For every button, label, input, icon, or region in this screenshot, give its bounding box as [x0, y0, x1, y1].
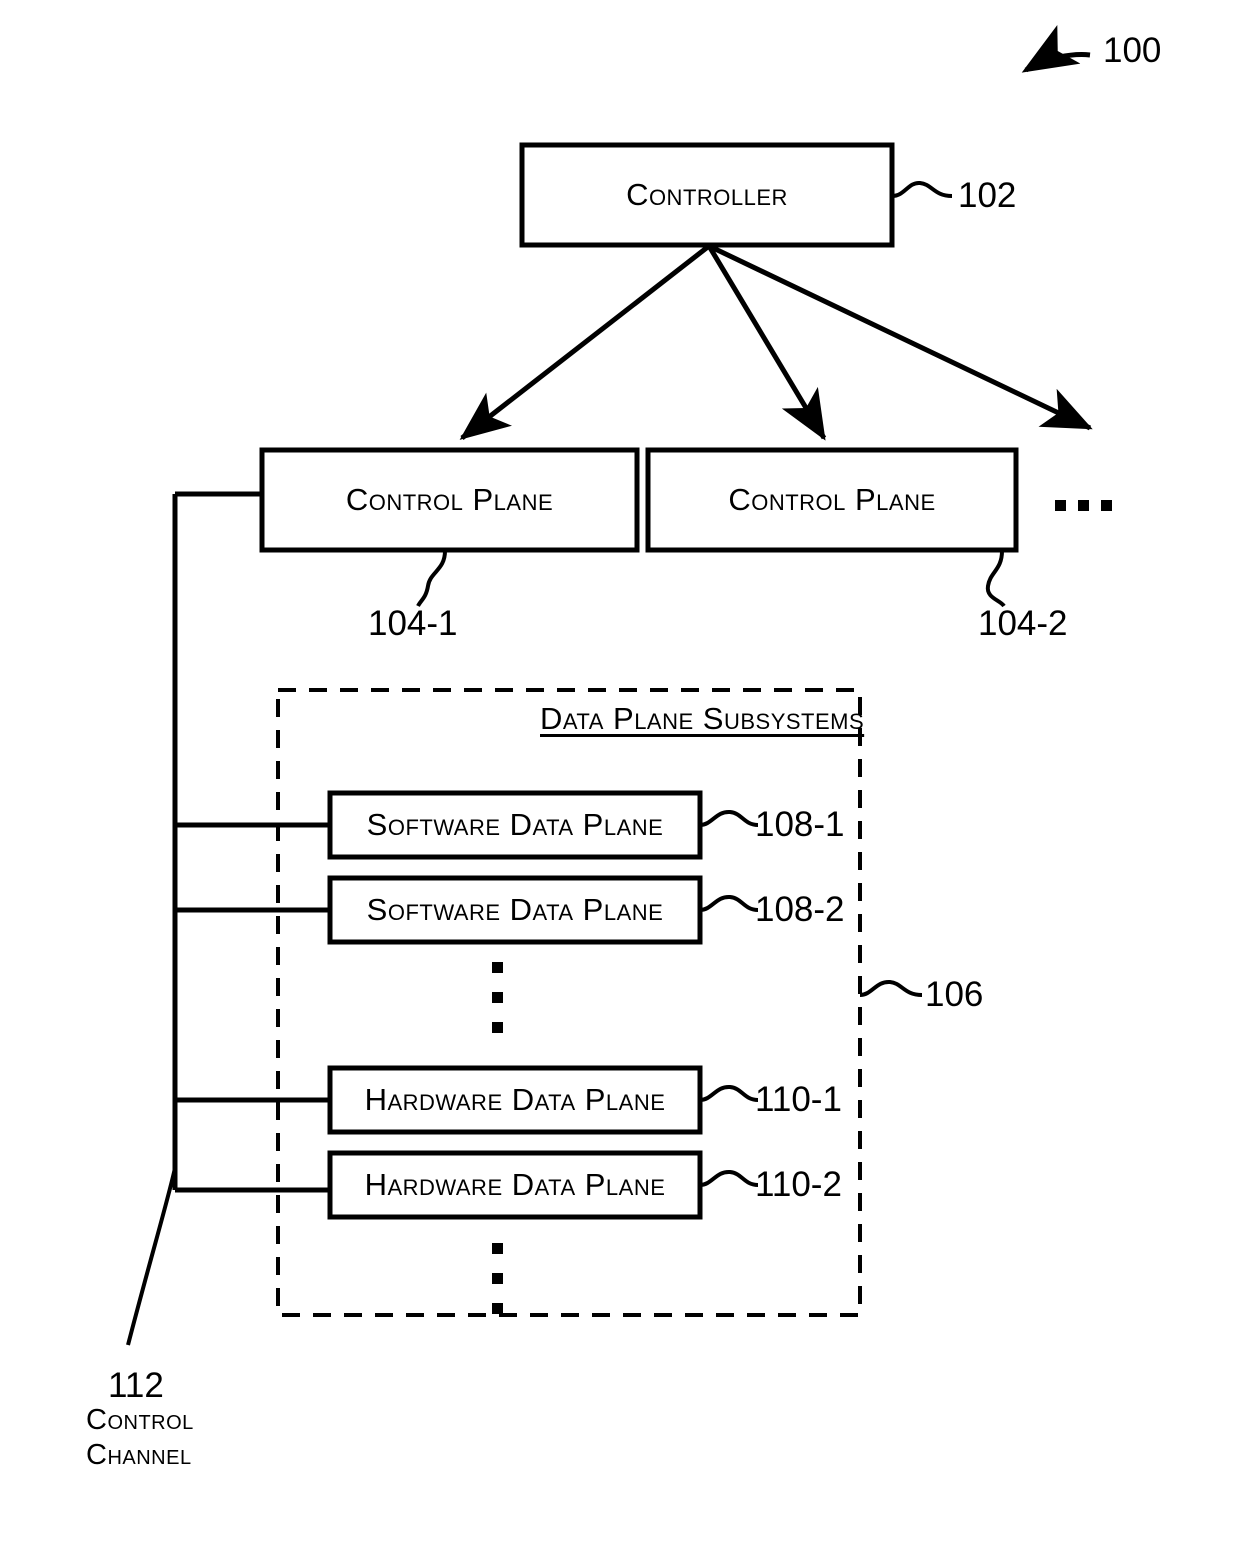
patent-figure: 100 Controller 102 Control Plane 104-1 C… — [0, 0, 1240, 1545]
software-data-plane-2-reference-number: 108-2 — [755, 890, 845, 929]
control-channel-label-line1: Control — [86, 1404, 194, 1436]
hardware-data-plane-1-label: Hardware Data Plane — [364, 1082, 666, 1117]
data-plane-subsystems-title: Data Plane Subsystems — [540, 701, 865, 736]
control-plane-2-ref-leader — [985, 550, 1006, 608]
control-channel-reference-number: 112 — [108, 1366, 164, 1405]
software-data-plane-1-reference-number: 108-1 — [755, 805, 845, 844]
controller-box-label: Controller — [626, 177, 788, 212]
control-channel-bus — [126, 491, 330, 1346]
software-data-plane-1-label: Software Data Plane — [366, 807, 664, 842]
control-plane-2-reference-number: 104-2 — [978, 604, 1068, 643]
controller-reference-number: 102 — [958, 176, 1017, 215]
software-planes-vertical-ellipsis-icon — [492, 962, 503, 1033]
data-plane-subsystems-reference-number: 106 — [925, 975, 984, 1014]
hardware-data-plane-1-reference-number: 110-1 — [755, 1080, 842, 1119]
figure-reference-number: 100 — [1103, 31, 1162, 70]
control-plane-1-ref-leader — [416, 550, 447, 607]
control-planes-horizontal-ellipsis-icon — [1055, 500, 1112, 511]
controller-to-control-plane-arrows — [459, 243, 1093, 441]
software-data-plane-2-label: Software Data Plane — [366, 892, 664, 927]
hardware-data-plane-2-label: Hardware Data Plane — [364, 1167, 666, 1202]
control-plane-1-reference-number: 104-1 — [368, 604, 458, 643]
data-plane-subsystems-ref-leader — [859, 980, 923, 997]
hardware-data-plane-1-ref-leader — [699, 1085, 759, 1102]
hardware-data-plane-2-ref-leader — [699, 1170, 759, 1187]
controller-ref-leader — [891, 181, 953, 198]
data-plane-subsystems-dashed-border — [276, 688, 862, 1317]
hardware-data-plane-2-reference-number: 110-2 — [755, 1165, 842, 1204]
hardware-planes-vertical-ellipsis-icon — [492, 1243, 503, 1314]
figure-100-leader — [1021, 24, 1091, 73]
control-plane-2-label: Control Plane — [728, 482, 936, 517]
control-channel-label-line2: Channel — [86, 1439, 192, 1471]
software-data-plane-2-ref-leader — [699, 895, 759, 912]
software-data-plane-1-ref-leader — [699, 810, 759, 827]
control-plane-1-label: Control Plane — [345, 482, 554, 517]
